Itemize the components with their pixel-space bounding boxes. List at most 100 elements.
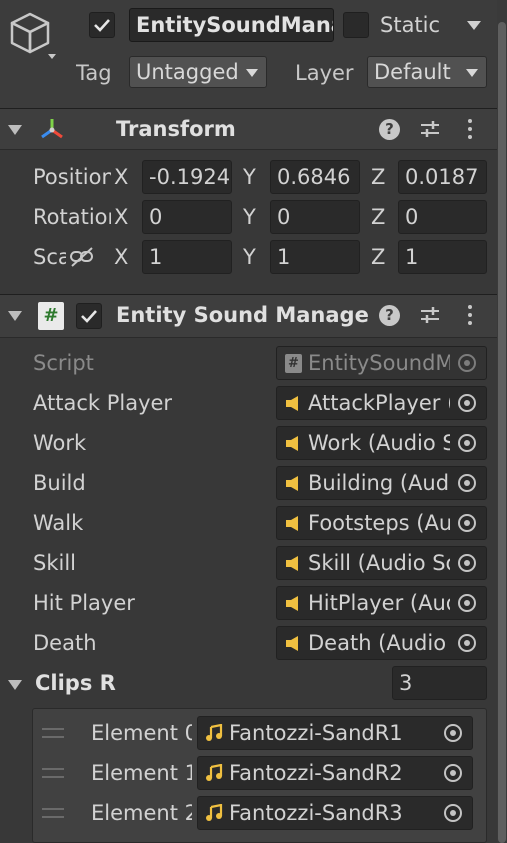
cube-icon[interactable] bbox=[8, 10, 56, 62]
scrollbar[interactable] bbox=[497, 0, 507, 843]
object-picker-button bbox=[450, 347, 486, 379]
audio-source-value: Footsteps (Audio Source) bbox=[308, 511, 450, 535]
audio-source-icon bbox=[286, 556, 298, 571]
scale-label: Scale bbox=[33, 245, 66, 269]
csharp-script-icon: # bbox=[285, 354, 302, 373]
gameobject-name-text: EntitySoundManager bbox=[136, 13, 333, 37]
object-picker-button[interactable] bbox=[450, 627, 486, 659]
rotation-z-axis[interactable]: Z bbox=[371, 202, 385, 232]
object-picker-button[interactable] bbox=[450, 427, 486, 459]
audio-source-value: Work (Audio Source) bbox=[308, 431, 450, 455]
active-checkbox[interactable] bbox=[89, 12, 115, 38]
audio-source-value: Building (Audio Source) bbox=[308, 471, 450, 495]
position-x-axis[interactable]: X bbox=[114, 162, 128, 192]
audio-source-field[interactable]: Footsteps (Audio Source) bbox=[276, 506, 487, 540]
gameobject-name-input[interactable]: EntitySoundManager bbox=[129, 8, 334, 42]
object-picker-icon bbox=[458, 434, 476, 452]
layer-label: Layer bbox=[295, 61, 354, 85]
component-enabled-checkbox[interactable] bbox=[76, 303, 102, 329]
object-picker-icon bbox=[458, 554, 476, 572]
object-picker-icon bbox=[444, 724, 462, 742]
component-foldout-icon[interactable] bbox=[8, 311, 22, 321]
scale-z-axis[interactable]: Z bbox=[371, 242, 385, 272]
object-picker-button[interactable] bbox=[450, 387, 486, 419]
presets-icon[interactable] bbox=[419, 304, 441, 326]
audio-source-value: Death (Audio Source) bbox=[308, 631, 450, 655]
checkmark-icon bbox=[81, 310, 97, 323]
scale-y-input[interactable]: 1 bbox=[270, 240, 360, 274]
audio-clip-field[interactable]: Fantozzi-SandR2 bbox=[197, 756, 473, 790]
object-picker-button[interactable] bbox=[450, 507, 486, 539]
object-picker-button[interactable] bbox=[450, 467, 486, 499]
scale-x-axis[interactable]: X bbox=[114, 242, 128, 272]
scale-x-input[interactable]: 1 bbox=[142, 240, 232, 274]
object-picker-icon bbox=[458, 474, 476, 492]
field-label: Attack Player bbox=[33, 391, 173, 415]
csharp-script-icon: # bbox=[38, 302, 64, 330]
field-label: Build bbox=[33, 471, 86, 495]
position-z-input[interactable]: 0.0187 bbox=[398, 160, 487, 194]
position-y-input[interactable]: 0.6846 bbox=[270, 160, 360, 194]
object-picker-icon bbox=[458, 354, 476, 372]
tag-dropdown[interactable]: Untagged bbox=[129, 56, 267, 88]
help-icon[interactable]: ? bbox=[379, 305, 400, 326]
chevron-down-icon bbox=[466, 69, 478, 77]
drag-handle-icon[interactable] bbox=[42, 768, 64, 778]
clips-foldout-icon[interactable] bbox=[8, 680, 22, 690]
kebab-menu-icon[interactable] bbox=[466, 304, 474, 326]
chevron-down-icon bbox=[246, 69, 258, 77]
object-picker-button[interactable] bbox=[450, 587, 486, 619]
static-checkbox[interactable] bbox=[343, 12, 369, 38]
static-dropdown-arrow-icon[interactable] bbox=[467, 21, 481, 30]
object-picker-icon bbox=[458, 394, 476, 412]
clips-label[interactable]: Clips R bbox=[35, 668, 116, 698]
position-x-input[interactable]: -0.1924 bbox=[142, 160, 232, 194]
field-label: Work bbox=[33, 431, 87, 455]
drag-handle-icon[interactable] bbox=[42, 808, 64, 818]
position-y-axis[interactable]: Y bbox=[243, 162, 256, 192]
element-label: Element 1 bbox=[91, 761, 192, 785]
audio-clip-icon bbox=[206, 804, 223, 821]
field-label: Hit Player bbox=[33, 591, 135, 615]
audio-source-field[interactable]: HitPlayer (Audio Source) bbox=[276, 586, 487, 620]
object-picker-icon bbox=[458, 634, 476, 652]
checkmark-icon bbox=[94, 19, 110, 32]
layer-dropdown[interactable]: Default bbox=[367, 56, 487, 88]
field-label: Skill bbox=[33, 551, 76, 575]
audio-source-field[interactable]: Skill (Audio Source) bbox=[276, 546, 487, 580]
audio-clip-value: Fantozzi-SandR1 bbox=[229, 721, 403, 745]
audio-source-field[interactable]: Building (Audio Source) bbox=[276, 466, 487, 500]
object-picker-button[interactable] bbox=[450, 547, 486, 579]
help-icon[interactable]: ? bbox=[379, 119, 400, 140]
audio-source-field[interactable]: Death (Audio Source) bbox=[276, 626, 487, 660]
rotation-y-input[interactable]: 0 bbox=[270, 200, 360, 234]
scale-link-icon[interactable] bbox=[69, 246, 95, 268]
audio-source-value: HitPlayer (Audio Source) bbox=[308, 591, 450, 615]
transform-foldout-icon[interactable] bbox=[8, 125, 22, 135]
rotation-y-axis[interactable]: Y bbox=[243, 202, 256, 232]
scale-z-input[interactable]: 1 bbox=[398, 240, 487, 274]
rotation-x-input[interactable]: 0 bbox=[142, 200, 232, 234]
rotation-x-axis[interactable]: X bbox=[114, 202, 128, 232]
script-label: Script bbox=[33, 351, 94, 375]
audio-source-field[interactable]: AttackPlayer (Audio Source) bbox=[276, 386, 487, 420]
rotation-label: Rotation bbox=[33, 205, 111, 229]
scrollbar-thumb[interactable] bbox=[498, 22, 506, 843]
object-picker-icon bbox=[458, 514, 476, 532]
drag-handle-icon[interactable] bbox=[42, 728, 64, 738]
presets-icon[interactable] bbox=[419, 118, 441, 140]
object-picker-icon bbox=[444, 764, 462, 782]
scale-y-axis[interactable]: Y bbox=[243, 242, 256, 272]
audio-source-field[interactable]: Work (Audio Source) bbox=[276, 426, 487, 460]
audio-clip-field[interactable]: Fantozzi-SandR3 bbox=[197, 796, 473, 830]
kebab-menu-icon[interactable] bbox=[466, 118, 474, 140]
audio-clip-field[interactable]: Fantozzi-SandR1 bbox=[197, 716, 473, 750]
audio-source-icon bbox=[286, 516, 298, 531]
element-label: Element 2 bbox=[91, 801, 192, 825]
position-label: Position bbox=[33, 165, 111, 189]
audio-clip-value: Fantozzi-SandR2 bbox=[229, 761, 403, 785]
position-z-axis[interactable]: Z bbox=[371, 162, 385, 192]
audio-source-icon bbox=[286, 436, 298, 451]
clips-size-input[interactable]: 3 bbox=[392, 666, 487, 700]
rotation-z-input[interactable]: 0 bbox=[398, 200, 487, 234]
